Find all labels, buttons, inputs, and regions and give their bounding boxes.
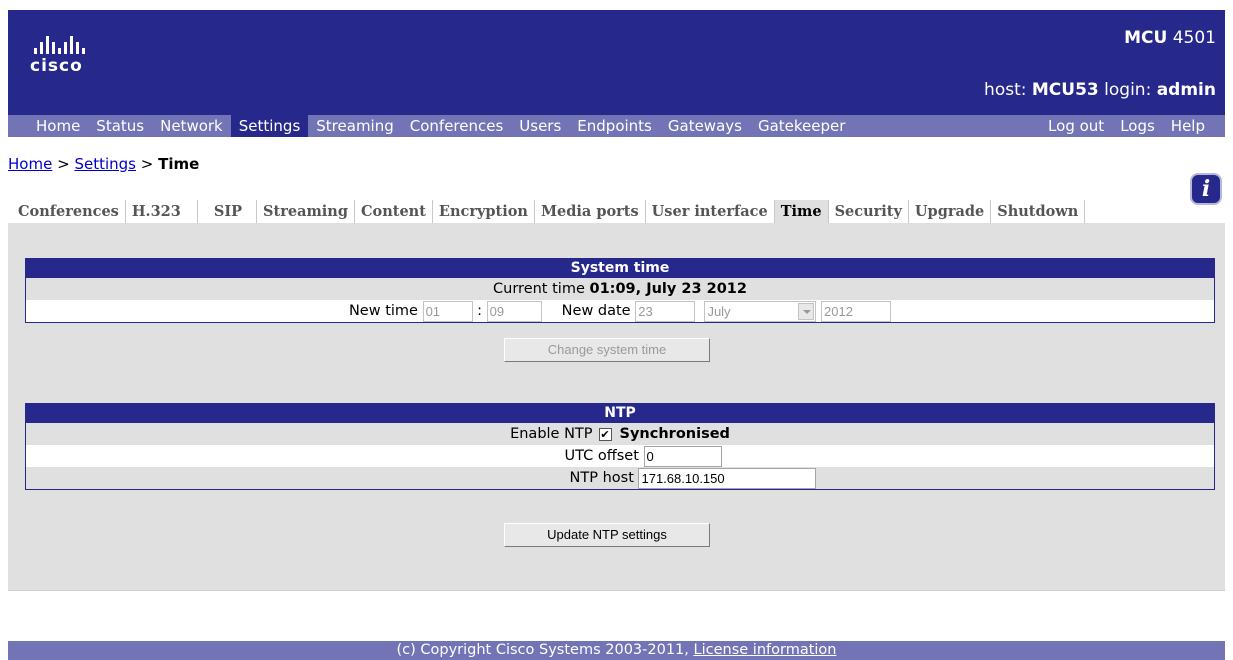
tab-security[interactable]: Security [829, 200, 909, 223]
year-input[interactable]: 2012 [821, 300, 892, 322]
host-label: host: [984, 80, 1027, 100]
breadcrumb-settings-link[interactable]: Settings [74, 155, 136, 173]
nav-streaming[interactable]: Streaming [308, 115, 401, 137]
ntp-status: Synchronised [619, 426, 730, 442]
time-colon: : [477, 303, 483, 319]
tab-encryption[interactable]: Encryption [433, 200, 535, 223]
utc-offset-row: UTC offset 0 [26, 445, 1214, 467]
tab-conferences[interactable]: Conferences [8, 200, 126, 223]
utc-offset-input[interactable]: 0 [643, 445, 722, 467]
breadcrumb-current: Time [158, 155, 200, 173]
month-value: July [707, 303, 731, 319]
breadcrumb-separator: > [140, 155, 154, 173]
license-link[interactable]: License information [694, 642, 837, 658]
ntp-table: NTP Enable NTP ✔ Synchronised UTC offset… [25, 403, 1215, 490]
tab-content[interactable]: Content [355, 200, 433, 223]
tab-streaming[interactable]: Streaming [257, 200, 355, 223]
ntp-host-input[interactable]: 171.68.10.150 [638, 467, 817, 489]
month-select[interactable]: July [704, 300, 817, 322]
current-time-row: Current time 01:09, July 23 2012 [26, 278, 1214, 300]
copyright-text: (c) Copyright Cisco Systems 2003-2011, [396, 642, 689, 658]
product-bold: MCU [1124, 28, 1168, 48]
nav-settings[interactable]: Settings [230, 115, 309, 137]
current-time-label: Current time [493, 281, 585, 297]
enable-ntp-row: Enable NTP ✔ Synchronised [26, 423, 1214, 445]
nav-help[interactable]: Help [1163, 115, 1225, 137]
tab-upgrade[interactable]: Upgrade [909, 200, 992, 223]
breadcrumb-home-link[interactable]: Home [8, 155, 52, 173]
utc-offset-label: UTC offset [564, 448, 639, 464]
day-input[interactable]: 23 [635, 300, 696, 322]
nav-conferences[interactable]: Conferences [402, 115, 512, 137]
nav-network[interactable]: Network [152, 115, 231, 137]
host-login-line: host: MCU53 login: admin [984, 80, 1216, 100]
nav-logs[interactable]: Logs [1112, 115, 1163, 137]
product-name: MCU 4501 [1124, 28, 1216, 48]
header-banner: cisco MCU 4501 host: MCU53 login: admin [8, 10, 1225, 115]
enable-ntp-checkbox[interactable]: ✔ [598, 427, 612, 441]
cisco-logo: cisco [30, 34, 85, 76]
tab-time[interactable]: Time [774, 200, 829, 223]
content-panel: System time Current time 01:09, July 23 … [8, 223, 1225, 591]
nav-logout[interactable]: Log out [1040, 115, 1112, 137]
new-date-label: New date [561, 303, 631, 319]
tab-h323[interactable]: H.323 [126, 200, 198, 223]
footer: (c) Copyright Cisco Systems 2003-2011, L… [8, 641, 1225, 660]
new-time-label: New time [348, 303, 418, 319]
tab-user-interface[interactable]: User interface [646, 200, 775, 223]
update-ntp-settings-button[interactable]: Update NTP settings [504, 523, 710, 547]
nav-users[interactable]: Users [511, 115, 569, 137]
settings-tabs: Conferences H.323 SIP Streaming Content … [8, 200, 1086, 223]
cisco-bars-icon [34, 34, 85, 54]
breadcrumb: Home > Settings > Time [8, 155, 199, 173]
main-nav: Home Status Network Settings Streaming C… [8, 115, 1225, 137]
login-label: login: [1104, 80, 1152, 100]
tab-media-ports[interactable]: Media ports [535, 200, 646, 223]
minute-input[interactable]: 09 [486, 300, 542, 322]
nav-status[interactable]: Status [88, 115, 152, 137]
enable-ntp-label: Enable NTP [510, 426, 593, 442]
chevron-down-icon [798, 302, 815, 320]
new-time-row: New time 01 : 09 New date 23 July 2012 [26, 300, 1214, 322]
current-time-value: 01:09, July 23 2012 [589, 281, 747, 297]
nav-home[interactable]: Home [8, 115, 88, 137]
product-model: 4501 [1172, 28, 1216, 48]
system-time-table: System time Current time 01:09, July 23 … [25, 258, 1215, 323]
nav-gateways[interactable]: Gateways [660, 115, 750, 137]
nav-endpoints[interactable]: Endpoints [569, 115, 660, 137]
host-value: MCU53 [1031, 80, 1099, 100]
hour-input[interactable]: 01 [422, 300, 473, 322]
info-icon[interactable]: i [1190, 173, 1222, 205]
ntp-host-label: NTP host [569, 470, 634, 486]
logo-wordmark: cisco [30, 56, 83, 76]
tab-sip[interactable]: SIP [198, 200, 258, 223]
tab-shutdown[interactable]: Shutdown [991, 200, 1086, 223]
ntp-host-row: NTP host 171.68.10.150 [26, 467, 1214, 489]
nav-gatekeeper[interactable]: Gatekeeper [750, 115, 853, 137]
system-time-header: System time [26, 259, 1214, 278]
ntp-header: NTP [26, 404, 1214, 423]
login-value: admin [1156, 80, 1216, 100]
change-system-time-button[interactable]: Change system time [504, 338, 710, 362]
breadcrumb-separator: > [57, 155, 70, 173]
